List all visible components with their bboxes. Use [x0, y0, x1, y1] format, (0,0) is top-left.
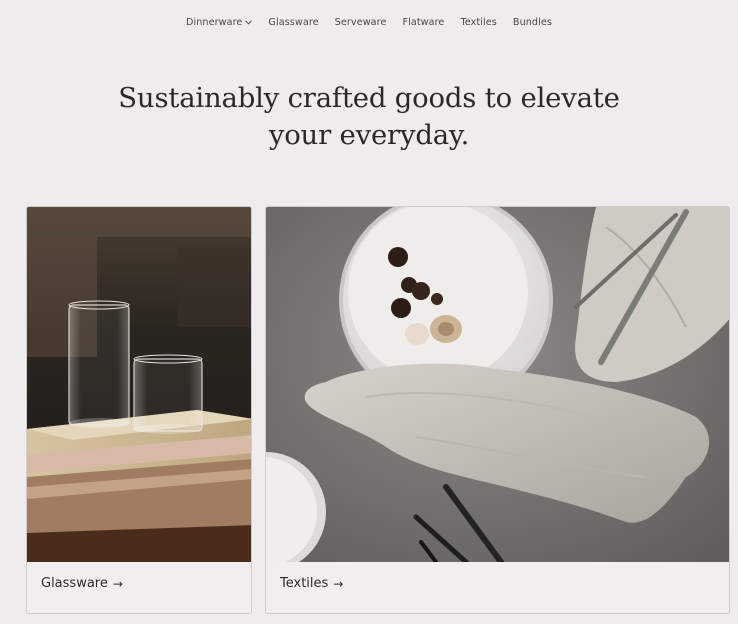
nav-item-bundles[interactable]: Bundles [505, 17, 560, 28]
collection-card-label: Glassware → [41, 576, 123, 591]
nav-item-label: Textiles [460, 17, 497, 28]
collection-card-glassware[interactable]: Glassware → [26, 206, 252, 614]
nav-item-textiles[interactable]: Textiles [452, 17, 504, 28]
linen-napkin-and-plates-photo [266, 207, 729, 562]
glasses-on-books-photo [27, 207, 251, 562]
hero-heading: Sustainably crafted goods to elevate you… [0, 80, 738, 154]
arrow-right-icon: → [333, 576, 344, 591]
arrow-right-icon: → [112, 576, 123, 591]
nav-item-label: Serveware [334, 17, 387, 28]
nav-item-label: Flatware [402, 17, 445, 28]
nav-item-label: Bundles [512, 17, 552, 28]
glassware-image [27, 207, 251, 562]
hero-heading-line-2: your everyday. [268, 119, 470, 151]
chevron-down-icon [245, 20, 253, 25]
card-title: Textiles [280, 576, 329, 591]
nav-item-flatware[interactable]: Flatware [394, 17, 452, 28]
hero-heading-line-1: Sustainably crafted goods to elevate [118, 82, 620, 114]
collection-card-label: Textiles → [280, 576, 343, 591]
nav-item-label: Dinnerware [186, 17, 243, 28]
collection-card-textiles[interactable]: Textiles → [265, 206, 730, 614]
nav-item-glassware[interactable]: Glassware [260, 17, 326, 28]
nav-item-label: Glassware [268, 17, 319, 28]
textiles-image [266, 207, 729, 562]
main-nav: Dinnerware Glassware Serveware Flatware … [0, 17, 738, 28]
card-title: Glassware [41, 576, 108, 591]
nav-item-serveware[interactable]: Serveware [327, 17, 395, 28]
nav-item-dinnerware[interactable]: Dinnerware [178, 17, 260, 28]
